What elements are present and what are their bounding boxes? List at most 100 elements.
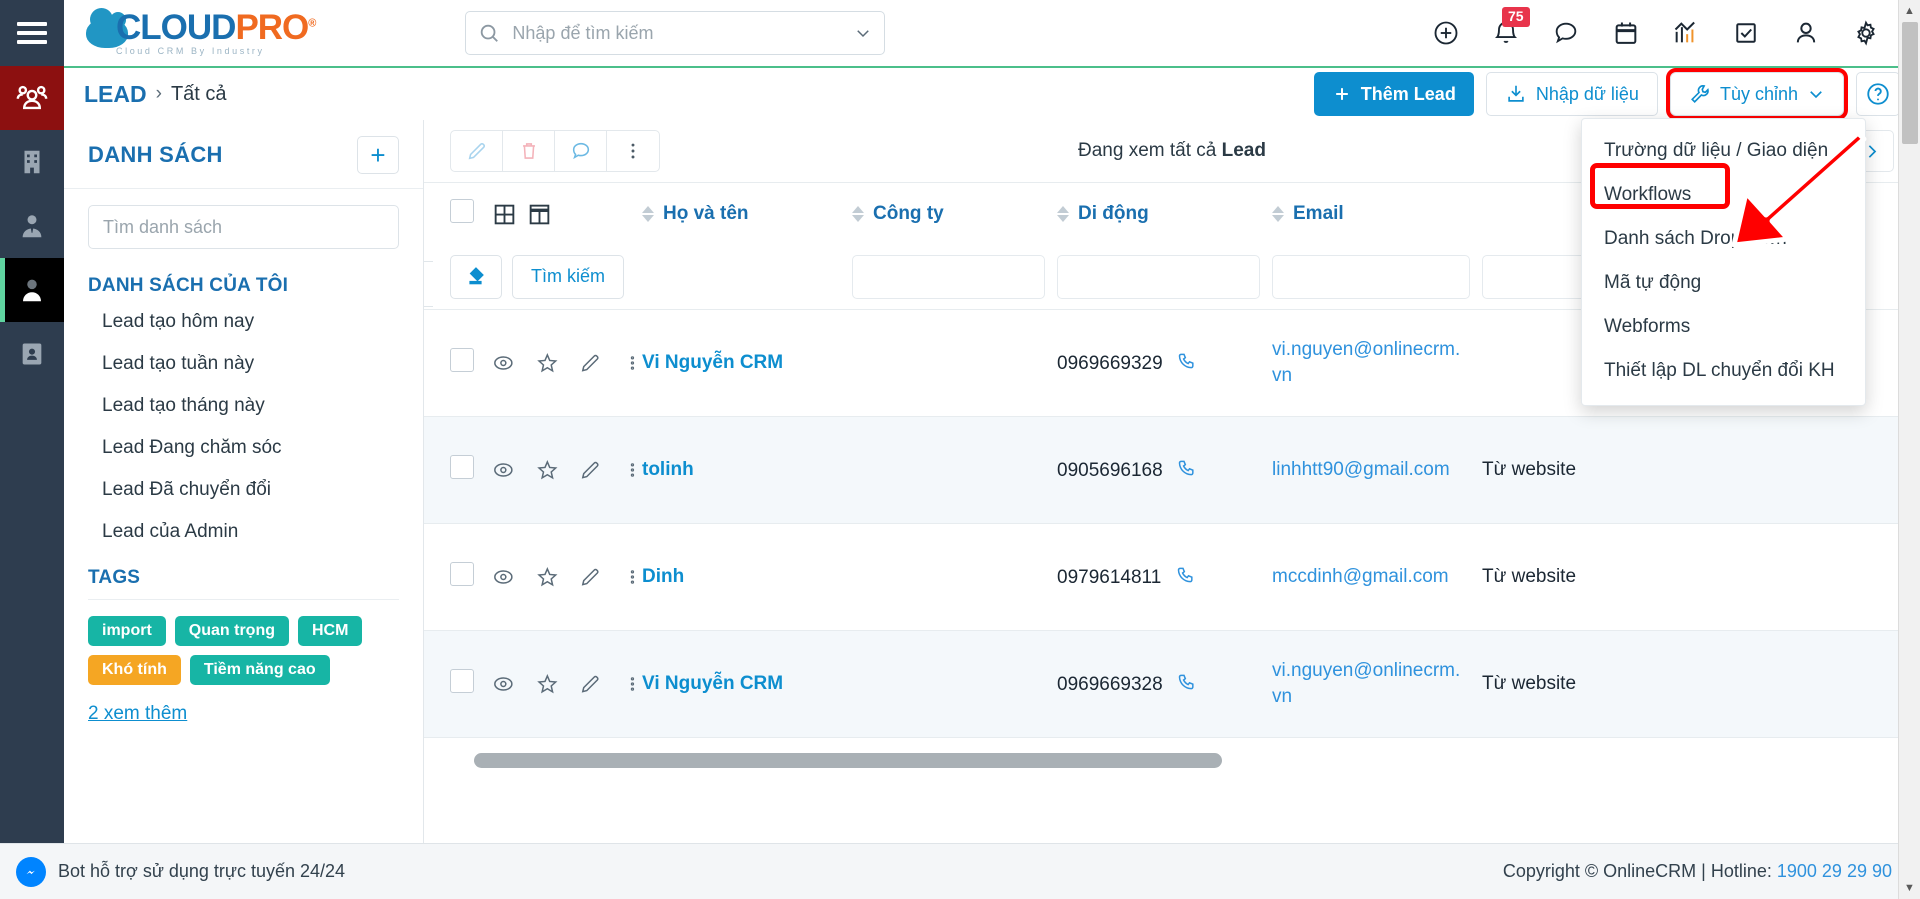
rail-item-lead[interactable]	[0, 258, 64, 322]
filter-input-email[interactable]	[1272, 254, 1470, 299]
phone-call-icon[interactable]	[1176, 565, 1196, 585]
delete-trash-icon[interactable]	[503, 131, 555, 171]
filter-input-mobile[interactable]	[1057, 254, 1260, 299]
add-circle-icon[interactable]	[1432, 19, 1460, 47]
column-header-company[interactable]: Công ty	[852, 183, 1057, 245]
row-checkbox[interactable]	[450, 454, 474, 479]
dropdown-item-workflows[interactable]: Workflows	[1582, 173, 1865, 217]
row-checkbox[interactable]	[450, 668, 474, 693]
more-vertical-icon[interactable]	[623, 674, 642, 694]
rail-item-company[interactable]	[0, 130, 64, 194]
dropdown-item-auto-code[interactable]: Mã tự động	[1582, 261, 1865, 305]
cell-email[interactable]: linhhtt90@gmail.com	[1272, 416, 1482, 524]
list-item[interactable]: Lead tạo tháng này	[64, 385, 423, 427]
analytics-icon[interactable]	[1672, 19, 1700, 47]
sort-icon[interactable]	[642, 206, 654, 222]
column-header-name[interactable]: Họ và tên	[642, 183, 852, 245]
bell-icon[interactable]: 75	[1492, 7, 1530, 47]
more-vertical-icon[interactable]	[623, 353, 642, 373]
tag-chip[interactable]: import	[88, 616, 166, 646]
row-checkbox[interactable]	[450, 561, 474, 586]
phone-call-icon[interactable]	[1177, 351, 1197, 371]
more-vertical-icon[interactable]	[607, 131, 659, 171]
dropdown-item-dropdown-lists[interactable]: Danh sách Dropdown	[1582, 217, 1865, 261]
edit-pencil-icon[interactable]	[579, 672, 602, 696]
search-filter-button[interactable]: Tìm kiếm	[512, 254, 624, 299]
comment-icon[interactable]	[555, 131, 607, 171]
more-vertical-icon[interactable]	[623, 460, 642, 480]
calendar-icon[interactable]	[1612, 19, 1640, 47]
tag-chip[interactable]: Khó tính	[88, 655, 181, 685]
filter-input-company[interactable]	[852, 254, 1045, 299]
scroll-up-arrow-icon[interactable]: ▲	[1899, 0, 1920, 22]
table-row[interactable]: Vi Nguyễn CRM 0969669328 vi.nguyen@onlin…	[424, 630, 1920, 738]
menu-toggle-button[interactable]	[0, 0, 64, 66]
eye-view-icon[interactable]	[492, 672, 515, 696]
grid-view-icon[interactable]	[492, 202, 517, 227]
list-item[interactable]: Lead Đã chuyển đổi	[64, 469, 423, 511]
rail-item-card[interactable]	[0, 322, 64, 386]
cell-email[interactable]: vi.nguyen@onlinecrm.vn	[1272, 630, 1482, 738]
list-item[interactable]: Lead tạo tuần này	[64, 343, 423, 385]
eye-view-icon[interactable]	[492, 351, 515, 375]
support-bot[interactable]: Bot hỗ trợ sử dụng trực tuyến 24/24	[16, 856, 345, 887]
column-header-email[interactable]: Email	[1272, 183, 1482, 245]
star-favorite-icon[interactable]	[536, 351, 559, 375]
more-vertical-icon[interactable]	[623, 567, 642, 587]
sort-icon[interactable]	[852, 206, 864, 222]
search-input[interactable]: Nhập để tìm kiếm	[512, 23, 854, 44]
eye-view-icon[interactable]	[492, 565, 515, 589]
list-item[interactable]: Lead của Admin	[64, 511, 423, 553]
add-lead-button[interactable]: Thêm Lead	[1313, 72, 1474, 116]
star-favorite-icon[interactable]	[536, 458, 559, 482]
hotline-link[interactable]: 1900 29 29 90	[1777, 861, 1892, 881]
cell-name[interactable]: tolinh	[642, 416, 852, 524]
gear-icon[interactable]	[1852, 19, 1880, 47]
list-item[interactable]: Lead tạo hôm nay	[64, 301, 423, 343]
tag-chip[interactable]: HCM	[298, 616, 363, 646]
list-search-input[interactable]: Tìm danh sách	[88, 205, 399, 249]
rail-item-leads-group[interactable]	[0, 66, 64, 130]
list-item[interactable]: Lead Đang chăm sóc	[64, 427, 423, 469]
edit-pencil-icon[interactable]	[579, 458, 602, 482]
sort-icon[interactable]	[1272, 206, 1284, 222]
cell-email[interactable]: mccdinh@gmail.com	[1272, 523, 1482, 631]
dropdown-item-webforms[interactable]: Webforms	[1582, 305, 1865, 349]
edit-pencil-icon[interactable]	[451, 131, 503, 171]
customize-button[interactable]: Tùy chỉnh	[1665, 68, 1849, 120]
add-list-button[interactable]: +	[357, 136, 399, 174]
dropdown-item-conversion-setup[interactable]: Thiết lập DL chuyển đổi KH	[1582, 349, 1865, 393]
logo[interactable]: CLOUDPRO® Cloud CRM By Industry	[64, 0, 316, 66]
chevron-down-icon[interactable]	[854, 24, 872, 42]
user-icon[interactable]	[1792, 19, 1820, 47]
edit-pencil-icon[interactable]	[579, 351, 602, 375]
sort-icon[interactable]	[1057, 206, 1069, 222]
page-scrollbar[interactable]: ▲ ▼	[1898, 0, 1920, 899]
eye-view-icon[interactable]	[492, 458, 515, 482]
split-view-icon[interactable]	[527, 202, 552, 227]
column-header-mobile[interactable]: Di động	[1057, 183, 1272, 245]
edit-pencil-icon[interactable]	[579, 565, 602, 589]
task-checkbox-icon[interactable]	[1732, 19, 1760, 47]
row-checkbox[interactable]	[450, 347, 474, 372]
scrollbar-thumb[interactable]	[1902, 22, 1918, 144]
tag-chip[interactable]: Quan trọng	[174, 616, 289, 646]
cell-name[interactable]: Vi Nguyễn CRM	[642, 630, 852, 738]
global-search[interactable]: Nhập để tìm kiếm	[465, 11, 886, 55]
show-more-tags-link[interactable]: 2 xem thêm	[64, 685, 423, 725]
rail-item-contacts[interactable]	[0, 194, 64, 258]
chat-bubble-icon[interactable]	[1552, 19, 1580, 47]
collapse-list-panel-button[interactable]	[424, 261, 433, 307]
dropdown-item-fields-layout[interactable]: Trường dữ liệu / Giao diện	[1582, 129, 1865, 173]
erase-filter-icon[interactable]	[450, 254, 502, 299]
import-data-button[interactable]: Nhập dữ liệu	[1485, 72, 1658, 116]
table-row[interactable]: Dinh 0979614811 mccdinh@gmail.com Từ web…	[424, 523, 1920, 631]
phone-call-icon[interactable]	[1177, 672, 1197, 692]
tag-chip[interactable]: Tiềm năng cao	[189, 655, 330, 685]
table-row[interactable]: tolinh 0905696168 linhhtt90@gmail.com Từ…	[424, 416, 1920, 524]
help-button[interactable]	[1856, 72, 1900, 116]
cell-name[interactable]: Dinh	[642, 523, 852, 631]
breadcrumb-module[interactable]: LEAD	[84, 81, 147, 108]
select-all-checkbox[interactable]	[450, 199, 474, 223]
horizontal-scrollbar[interactable]	[474, 753, 1222, 768]
